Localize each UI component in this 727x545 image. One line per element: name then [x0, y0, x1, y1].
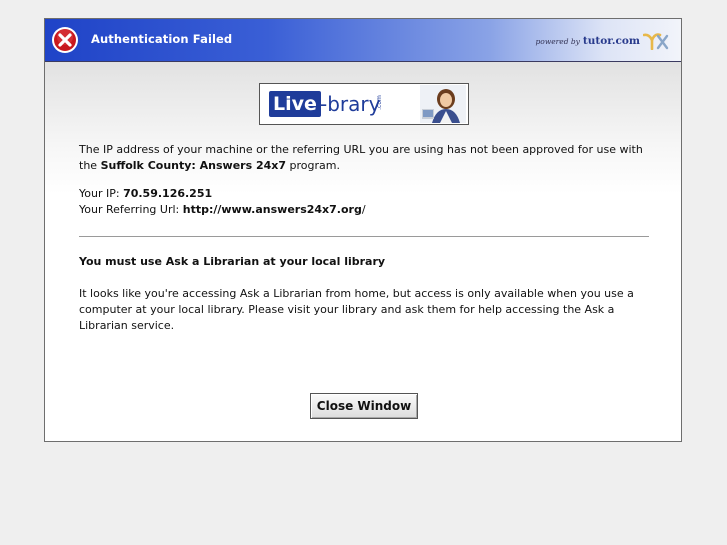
error-x-icon [52, 27, 78, 53]
close-window-button[interactable]: Close Window [310, 393, 418, 419]
program-suffix: program. [286, 159, 340, 172]
logo-live-text: Live [269, 91, 321, 117]
section-divider [79, 236, 649, 237]
livebrary-logo: Live -brary .com [259, 83, 469, 125]
powered-by-badge: powered by tutor.com [536, 31, 670, 51]
tutor-brand-mark-icon [643, 33, 669, 50]
logo-com-text: .com [375, 95, 383, 110]
logo-brary-text: -brary [320, 92, 381, 116]
ip-not-approved-message: The IP address of your machine or the re… [79, 142, 649, 174]
referring-url-row: Your Referring Url: http://www.answers24… [79, 202, 649, 218]
connection-info: Your IP: 70.59.126.251 Your Referring Ur… [79, 186, 649, 218]
program-name: Suffolk County: Answers 24x7 [100, 159, 287, 172]
ip-value: 70.59.126.251 [123, 187, 213, 200]
brand-name: tutor.com [582, 35, 640, 47]
referring-url-label: Your Referring Url: [79, 203, 183, 216]
dialog-title: Authentication Failed [91, 32, 233, 46]
notice-heading: You must use Ask a Librarian at your loc… [79, 255, 386, 268]
referring-url-suffix: / [361, 203, 366, 216]
referring-url-value: http://www.answers24x7.org [182, 203, 362, 216]
notice-body: It looks like you're accessing Ask a Lib… [79, 287, 634, 332]
ip-label: Your IP: [79, 187, 124, 200]
librarian-photo-icon [420, 85, 466, 123]
dialog-titlebar: Authentication Failed powered by tutor.c… [45, 19, 681, 62]
auth-failed-dialog: Authentication Failed powered by tutor.c… [44, 18, 682, 442]
ip-row: Your IP: 70.59.126.251 [79, 186, 649, 202]
powered-by-label: powered by [535, 36, 580, 46]
